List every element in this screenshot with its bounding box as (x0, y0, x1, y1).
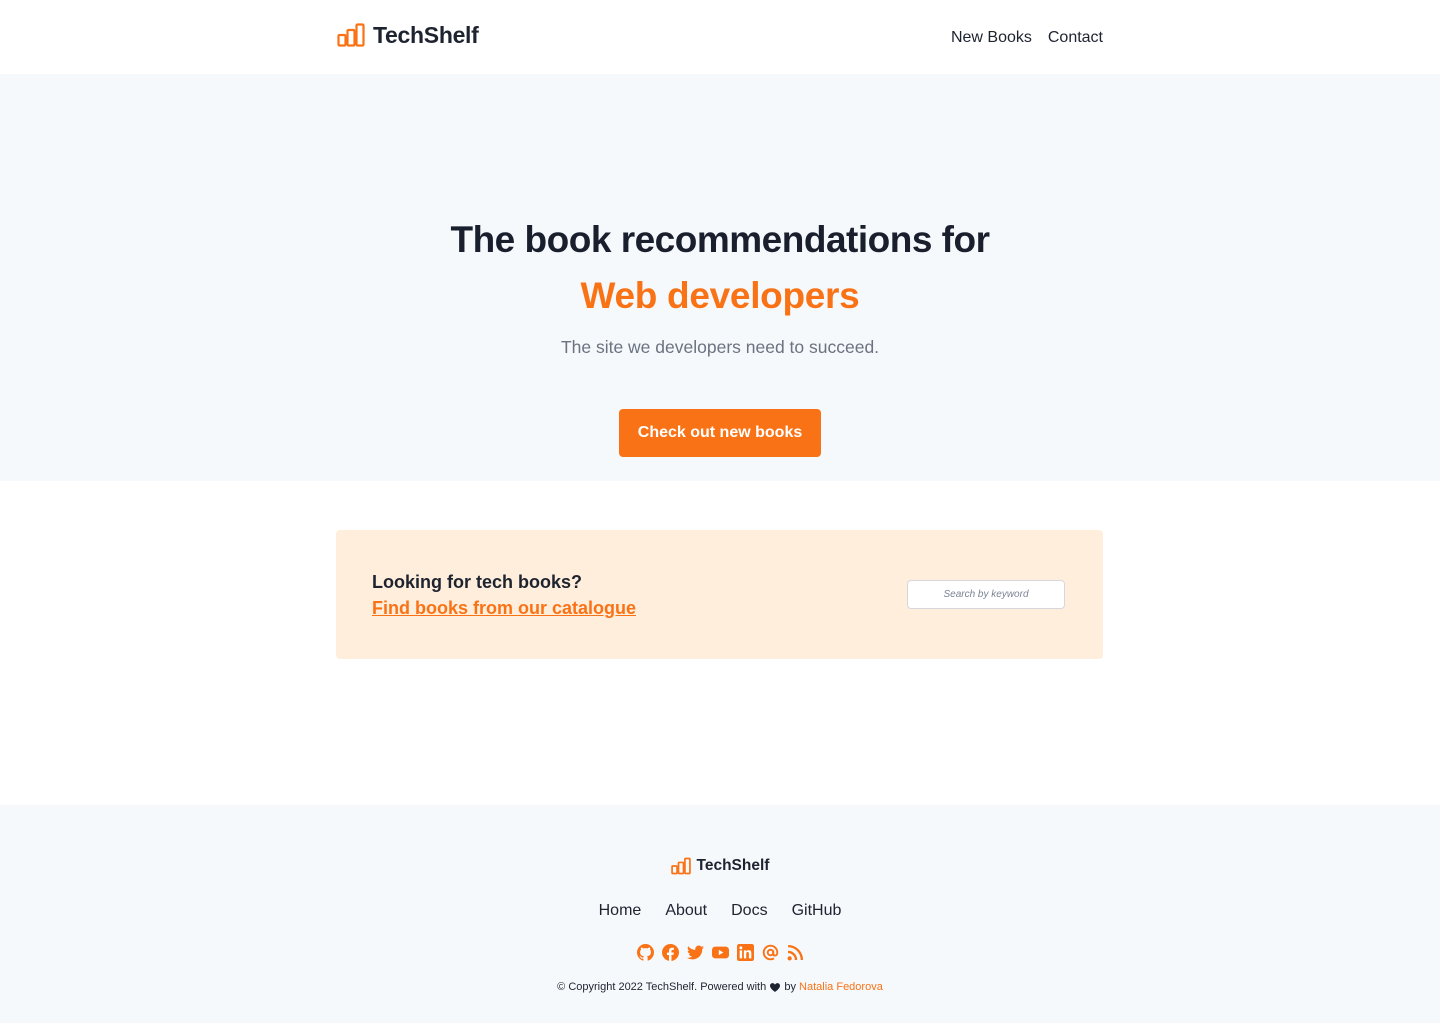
hero-section: The book recommendations for Web develop… (0, 74, 1440, 481)
brand-name: TechShelf (373, 21, 479, 48)
site-header: TechShelf New Books Contact (0, 0, 1440, 74)
bar-chart-logo-icon (337, 23, 365, 47)
site-footer: TechShelf Home About Docs GitHub © Copyr… (0, 805, 1440, 1023)
hero-accent-title: Web developers (580, 275, 860, 316)
copyright-by: by (784, 981, 796, 993)
search-input[interactable] (907, 580, 1065, 609)
search-heading: Looking for tech books? (372, 572, 582, 592)
footer-nav: Home About Docs GitHub (0, 902, 1440, 920)
catalogue-link[interactable]: Find books from our catalogue (372, 598, 636, 619)
main-nav: New Books Contact (951, 29, 1103, 47)
facebook-icon[interactable] (661, 944, 679, 961)
footer-nav-home[interactable]: Home (599, 902, 642, 920)
bar-chart-logo-icon (670, 857, 691, 875)
copyright-prefix: © Copyright 2022 TechShelf. Powered with (557, 981, 767, 993)
rss-icon[interactable] (787, 944, 804, 961)
github-icon[interactable] (636, 944, 654, 961)
footer-brand-name: TechShelf (696, 857, 770, 874)
search-card: Looking for tech books? Find books from … (336, 530, 1103, 659)
social-links (0, 944, 1440, 961)
footer-brand-link[interactable]: TechShelf (670, 857, 770, 875)
email-icon[interactable] (762, 944, 779, 961)
header-inner: TechShelf New Books Contact (337, 0, 1103, 74)
nav-contact[interactable]: Contact (1048, 29, 1103, 47)
brand-logo-link[interactable]: TechShelf (337, 22, 479, 49)
linkedin-icon[interactable] (736, 944, 754, 961)
youtube-icon[interactable] (711, 944, 729, 961)
check-out-new-books-button[interactable]: Check out new books (618, 409, 822, 457)
nav-new-books[interactable]: New Books (951, 29, 1032, 47)
footer-nav-docs[interactable]: Docs (731, 902, 767, 920)
author-link[interactable]: Natalia Fedorova (799, 981, 883, 993)
heart-icon (770, 982, 781, 992)
search-section: Looking for tech books? Find books from … (0, 481, 1440, 805)
twitter-icon[interactable] (686, 944, 704, 961)
footer-nav-about[interactable]: About (665, 902, 707, 920)
copyright-text: © Copyright 2022 TechShelf. Powered with… (0, 981, 1440, 993)
hero-title: The book recommendations for (450, 219, 990, 260)
hero-subtitle: The site we developers need to succeed. (560, 337, 880, 357)
footer-nav-github[interactable]: GitHub (792, 902, 842, 920)
